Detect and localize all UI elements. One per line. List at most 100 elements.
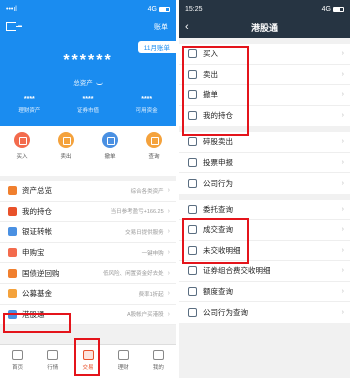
asset-label: 理财资产 bbox=[18, 108, 41, 114]
menu-item-label: 公司行为查询 bbox=[203, 307, 248, 317]
highlight-hk-connect bbox=[3, 313, 71, 333]
menu-item-icon bbox=[8, 268, 17, 278]
menu-item-icon bbox=[8, 248, 17, 258]
menu-group: 碎股卖出 › 投票申报 › 公司行为 › bbox=[179, 132, 350, 194]
chevron-right-icon: › bbox=[341, 112, 344, 120]
asset-value: **** bbox=[23, 96, 35, 103]
tab-label: 行情 bbox=[47, 365, 59, 371]
bill-link[interactable]: 账单 bbox=[154, 22, 168, 32]
menu-item-hint: 当日参考盈亏+166.25 bbox=[110, 209, 164, 216]
back-icon[interactable]: ‹ bbox=[185, 21, 189, 33]
chevron-right-icon: › bbox=[341, 138, 344, 146]
query-icon bbox=[146, 132, 162, 148]
hk-connect-screen: 15:25 4G ‹ 港股通 买入 › 卖出 › 撤单 › 我的持仓 › 碎股卖出 › 投票申报 › 公… bbox=[179, 0, 350, 378]
menu-item[interactable]: 公司行为 › bbox=[179, 173, 350, 194]
chevron-right-icon: › bbox=[167, 290, 170, 298]
menu-item-label: 碎股卖出 bbox=[203, 137, 233, 147]
menu-item-label: 银证转帐 bbox=[22, 227, 52, 237]
tab-label: 首页 bbox=[12, 365, 24, 371]
quick-action-label: 卖出 bbox=[60, 154, 72, 160]
menu-item-label: 证券组合费交收明细 bbox=[203, 266, 271, 276]
quick-action-buy[interactable]: 买入 bbox=[0, 132, 44, 176]
chevron-right-icon: › bbox=[341, 158, 344, 166]
chevron-right-icon: › bbox=[167, 187, 170, 195]
chevron-right-icon: › bbox=[167, 249, 170, 257]
trade-home-screen: •••ıl 4G – 账单 11月账单 ****** 总资产 **** 理财资产 *… bbox=[0, 0, 176, 378]
signal-indicator: •••ıl bbox=[6, 5, 17, 13]
quick-action-query[interactable]: 查询 bbox=[132, 132, 176, 176]
menu-item-icon bbox=[8, 289, 17, 299]
menu-item-label: 委托查询 bbox=[203, 204, 233, 214]
menu-item-icon bbox=[188, 178, 197, 188]
asset-value: **** bbox=[82, 96, 94, 103]
tab-icon bbox=[152, 350, 164, 360]
tab-item[interactable]: 理财 bbox=[106, 345, 141, 378]
quick-action-sell[interactable]: 卖出 bbox=[44, 132, 88, 176]
menu-item-hint: 低风险、闲置资金好去处 bbox=[103, 271, 164, 278]
page-title: 港股通 bbox=[250, 23, 278, 33]
chevron-right-icon: › bbox=[167, 228, 170, 236]
menu-item[interactable]: 申购宝 一键申购 › bbox=[0, 243, 176, 264]
menu-item[interactable]: 额度查询 › bbox=[179, 282, 350, 302]
menu-item[interactable]: 证券组合费交收明细 › bbox=[179, 261, 350, 282]
quick-actions: 买入 卖出 撤单 查询 bbox=[0, 126, 176, 176]
menu-item[interactable]: 国债逆回购 低风险、闲置资金好去处 › bbox=[0, 263, 176, 284]
status-time: 15:25 bbox=[185, 5, 203, 13]
asset-summary-item[interactable]: **** 可用资金 bbox=[117, 96, 176, 114]
asset-summary-item[interactable]: **** 证券市值 bbox=[59, 96, 118, 114]
tab-icon bbox=[117, 350, 129, 360]
menu-item-icon bbox=[8, 227, 17, 237]
chevron-right-icon: › bbox=[341, 267, 344, 275]
menu-item-icon bbox=[188, 137, 197, 147]
menu-item[interactable]: 公募基金 费率1折起 › bbox=[0, 284, 176, 305]
cancel-order-icon bbox=[102, 132, 118, 148]
tab-item[interactable]: 行情 bbox=[35, 345, 70, 378]
logout-icon[interactable] bbox=[6, 22, 22, 31]
asset-label: 可用资金 bbox=[135, 108, 158, 114]
tab-icon bbox=[47, 350, 59, 360]
tab-item[interactable]: 首页 bbox=[0, 345, 35, 378]
chevron-right-icon: › bbox=[341, 70, 344, 78]
menu-item-icon bbox=[8, 206, 17, 216]
menu-item[interactable]: 银证转帐 交易日提供服务 › bbox=[0, 222, 176, 243]
asset-summary: **** 理财资产 **** 证券市值 **** 可用资金 bbox=[0, 96, 176, 114]
menu-item-icon bbox=[188, 157, 197, 167]
asset-value: **** bbox=[141, 96, 153, 103]
tab-label: 我的 bbox=[152, 365, 164, 371]
menu-item[interactable]: 公司行为查询 › bbox=[179, 302, 350, 323]
menu-item[interactable]: 委托查询 › bbox=[179, 200, 350, 220]
menu-item[interactable]: 资产总览 综合各类资产 › bbox=[0, 181, 176, 202]
asset-header: – 账单 11月账单 ****** 总资产 **** 理财资产 **** 证券市值 **… bbox=[0, 18, 176, 126]
chevron-right-icon: › bbox=[167, 310, 170, 318]
eye-toggle-icon[interactable] bbox=[95, 82, 103, 85]
tab-item[interactable]: 我的 bbox=[141, 345, 176, 378]
chevron-right-icon: › bbox=[167, 269, 170, 277]
quick-action-label: 查询 bbox=[148, 154, 160, 160]
trade-menu: 资产总览 综合各类资产 › 我的持仓 当日参考盈亏+166.25 › 银证转帐 交易日提供服务… bbox=[0, 181, 176, 326]
menu-item-icon bbox=[188, 204, 197, 214]
highlight-trade-tab bbox=[74, 338, 100, 376]
chevron-right-icon: › bbox=[341, 50, 344, 58]
chevron-right-icon: › bbox=[341, 226, 344, 234]
total-assets-text: 总资产 bbox=[73, 80, 93, 87]
menu-item[interactable]: 我的持仓 当日参考盈亏+166.25 › bbox=[0, 202, 176, 223]
asset-summary-item[interactable]: **** 理财资产 bbox=[0, 96, 59, 114]
chevron-right-icon: › bbox=[341, 205, 344, 213]
nav-bar: ‹ 港股通 bbox=[179, 18, 350, 38]
tab-icon bbox=[12, 350, 24, 360]
highlight-trade-group bbox=[182, 46, 249, 136]
menu-item-label: 公司行为 bbox=[203, 178, 233, 188]
menu-item-label: 投票申报 bbox=[203, 157, 233, 167]
total-assets-label[interactable]: 总资产 bbox=[0, 77, 176, 87]
quick-action-cancel-order[interactable]: 撤单 bbox=[88, 132, 132, 176]
quick-action-label: 撤单 bbox=[104, 154, 116, 160]
menu-item-hint: A股帐户买港股 bbox=[126, 312, 164, 319]
menu-item-label: 额度查询 bbox=[203, 286, 233, 296]
highlight-query-group bbox=[182, 218, 249, 264]
header-dash: – bbox=[18, 22, 22, 29]
quick-action-label: 买入 bbox=[16, 154, 28, 160]
menu-item-hint: 交易日提供服务 bbox=[125, 229, 164, 236]
menu-item[interactable]: 投票申报 › bbox=[179, 153, 350, 173]
menu-item-icon bbox=[188, 266, 197, 276]
chevron-right-icon: › bbox=[341, 246, 344, 254]
